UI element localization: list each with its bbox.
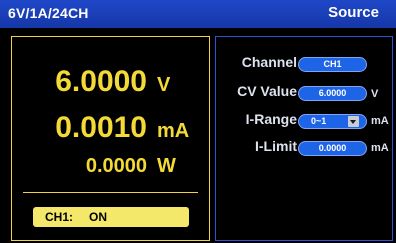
voltage-unit: V	[157, 74, 171, 96]
i-limit-field[interactable]: 0.0000	[298, 141, 367, 156]
output-status-badge: CH1: ON	[33, 207, 189, 227]
channel-selector[interactable]: CH1	[298, 57, 367, 72]
measurement-divider	[23, 192, 198, 193]
instrument-spec: 6V/1A/24CH	[8, 5, 89, 21]
i-range-label: I-Range	[245, 111, 297, 127]
voltage-readout: 6.0000 V	[55, 65, 183, 99]
voltage-value: 6.0000	[55, 65, 147, 98]
chevron-down-icon[interactable]	[348, 116, 359, 127]
cv-value-field[interactable]: 6.0000	[298, 86, 367, 101]
cv-value-unit: V	[371, 88, 379, 100]
power-unit: W	[157, 155, 176, 177]
i-limit-unit: mA	[371, 142, 389, 154]
power-readout: 0.0000 W	[86, 155, 183, 178]
i-range-value: 0~1	[311, 116, 327, 126]
mode-title: Source	[328, 4, 379, 21]
i-range-unit: mA	[371, 115, 389, 127]
channel-label: Channel	[241, 54, 297, 70]
current-value: 0.0010	[55, 111, 147, 144]
cv-value-label: CV Value	[237, 83, 297, 99]
i-limit-label: I-Limit	[255, 138, 297, 154]
settings-panel: Channel CH1 CV Value 6.0000 V I-Range 0~…	[215, 36, 393, 241]
instrument-screen: 6V/1A/24CH Source 6.0000 V 0.0010 mA 0.000…	[0, 0, 396, 243]
current-readout: 0.0010 mA	[55, 111, 190, 145]
status-channel: CH1:	[45, 210, 74, 224]
title-bar: 6V/1A/24CH Source	[0, 0, 396, 28]
i-range-dropdown[interactable]: 0~1	[298, 114, 367, 129]
current-unit: mA	[157, 120, 190, 142]
status-state: ON	[89, 210, 107, 224]
measurement-panel: 6.0000 V 0.0010 mA 0.0000 W CH1: ON	[11, 36, 210, 241]
power-value: 0.0000	[85, 155, 147, 177]
